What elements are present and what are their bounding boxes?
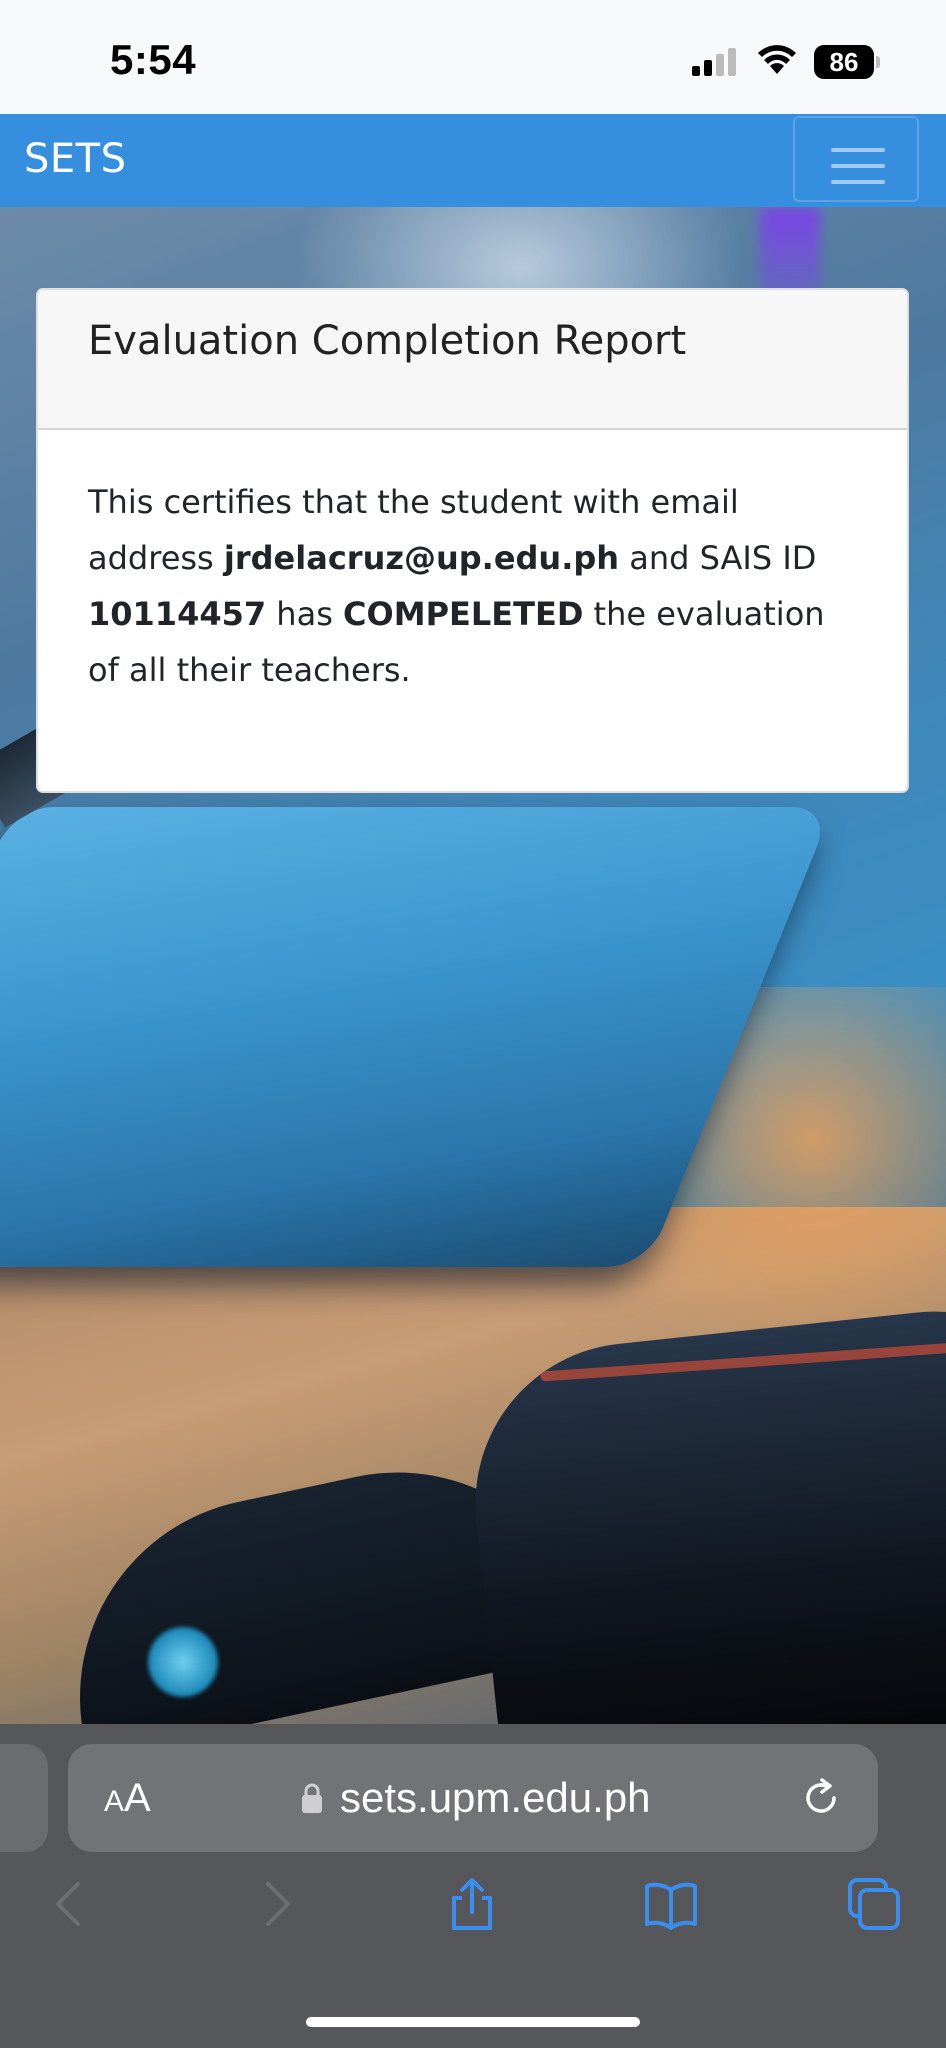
battery-cap: [876, 56, 880, 68]
reload-icon[interactable]: [800, 1776, 844, 1820]
forward-chevron-icon[interactable]: [248, 1876, 304, 1932]
navbar: SETS: [0, 114, 946, 207]
card-body: This certifies that the student with ema…: [38, 430, 907, 698]
bg-cyan-light: [148, 1627, 218, 1697]
aa-small: A: [104, 1785, 125, 1818]
status-bar: 5:54 86: [0, 0, 946, 114]
sais-id: 10114457: [88, 595, 267, 633]
status-time: 5:54: [110, 36, 197, 83]
card-title: Evaluation Completion Report: [88, 318, 687, 364]
completion-status: COMPELETED: [343, 595, 584, 633]
hamburger-line: [831, 148, 885, 152]
address-bar[interactable]: AA sets.upm.edu.ph: [68, 1744, 878, 1852]
hamburger-menu-icon[interactable]: [793, 116, 919, 202]
completion-report-card: Evaluation Completion Report This certif…: [36, 288, 909, 793]
battery-level: 86: [814, 45, 874, 79]
page-settings-button[interactable]: AA: [104, 1774, 151, 1831]
navbar-brand[interactable]: SETS: [24, 136, 127, 182]
lock-icon: [302, 1783, 322, 1813]
student-email: jrdelacruz@up.edu.ph: [223, 539, 620, 577]
previous-tab-preview[interactable]: [0, 1744, 48, 1852]
hamburger-line: [831, 164, 885, 168]
has-text: has: [266, 595, 344, 633]
back-chevron-icon[interactable]: [42, 1876, 98, 1932]
home-indicator: [306, 2017, 640, 2027]
tabs-icon[interactable]: [846, 1876, 902, 1932]
wifi-icon: [758, 45, 796, 74]
url-text[interactable]: sets.upm.edu.ph: [340, 1772, 651, 1824]
bookmarks-book-icon[interactable]: [643, 1876, 699, 1932]
sais-id-label: and SAIS ID: [619, 539, 817, 577]
card-header: Evaluation Completion Report: [38, 290, 907, 430]
aa-big: A: [124, 1776, 151, 1820]
hamburger-line: [831, 180, 885, 184]
cellular-signal-icon: [692, 48, 736, 76]
share-icon[interactable]: [444, 1876, 500, 1932]
battery-icon: 86: [814, 45, 880, 79]
